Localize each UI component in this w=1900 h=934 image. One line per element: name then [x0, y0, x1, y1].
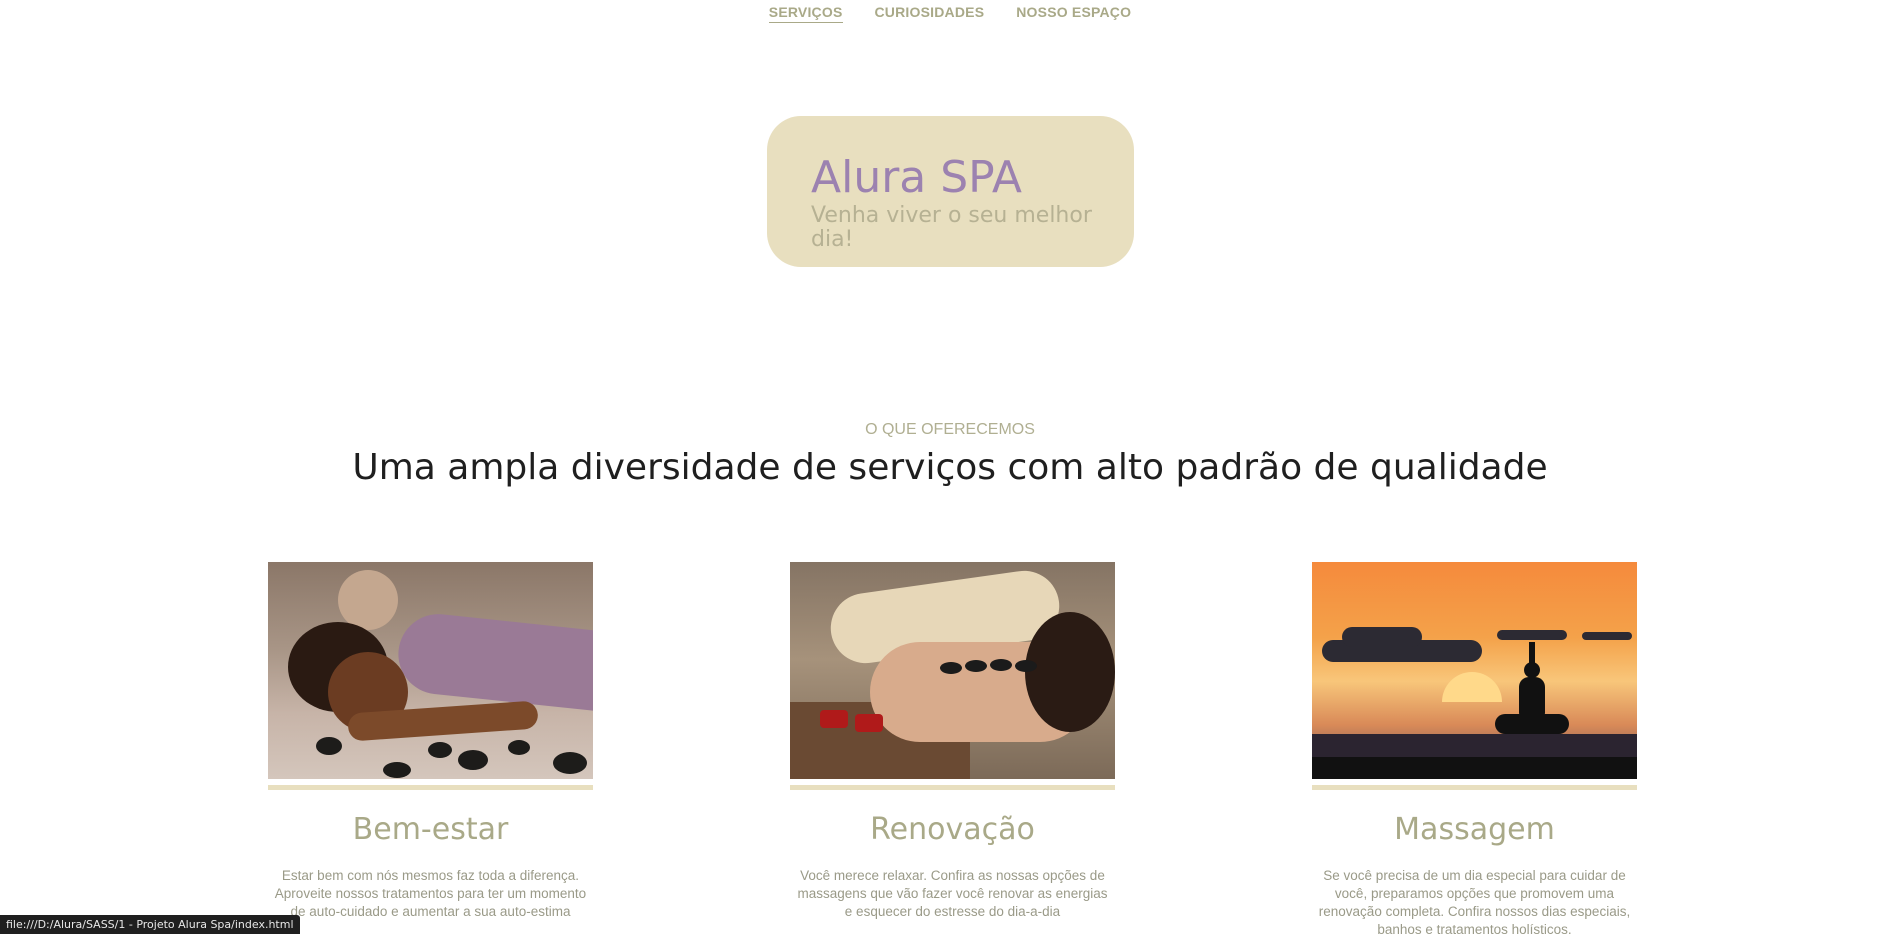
nav-link-servicos[interactable]: SERVIÇOS: [768, 4, 843, 23]
page: SERVIÇOS CURIOSIDADES NOSSO ESPAÇO Alura…: [0, 0, 1900, 934]
hero-banner: Alura SPA Venha viver o seu melhor dia!: [767, 116, 1134, 267]
card-description: Estar bem com nós mesmos faz toda a dife…: [274, 868, 587, 919]
browser-status-bar: file:///D:/Alura/SASS/1 - Projeto Alura …: [0, 915, 300, 934]
renovacao-image: [790, 562, 1115, 779]
hero-title: Alura SPA: [811, 152, 1022, 203]
bem-estar-image: [268, 562, 593, 779]
card-title: Renovação: [870, 812, 1035, 847]
section-kicker: O QUE OFERECEMOS: [865, 421, 1035, 438]
nav-link-nosso-espaco[interactable]: NOSSO ESPAÇO: [1016, 4, 1131, 23]
card-description: Se você precisa de um dia especial para …: [1318, 868, 1631, 934]
service-card-massagem: Massagem Se você precisa de um dia espec…: [1312, 562, 1637, 934]
hero-subtitle: Venha viver o seu melhor dia!: [811, 203, 1092, 253]
yoga-figure: [1495, 642, 1569, 747]
card-divider: [790, 785, 1115, 790]
card-title: Massagem: [1394, 812, 1555, 847]
card-divider: [1312, 785, 1637, 790]
section-title: Uma ampla diversidade de serviços com al…: [352, 447, 1548, 488]
nav-link-curiosidades[interactable]: CURIOSIDADES: [875, 4, 985, 23]
card-divider: [268, 785, 593, 790]
card-title: Bem-estar: [352, 812, 509, 847]
card-description: Você merece relaxar. Confira as nossas o…: [797, 868, 1108, 919]
service-card-bem-estar: Bem-estar Estar bem com nós mesmos faz t…: [268, 562, 593, 921]
massagem-image: [1312, 562, 1637, 779]
top-nav: SERVIÇOS CURIOSIDADES NOSSO ESPAÇO: [0, 4, 1900, 23]
service-card-renovacao: Renovação Você merece relaxar. Confira a…: [790, 562, 1115, 921]
